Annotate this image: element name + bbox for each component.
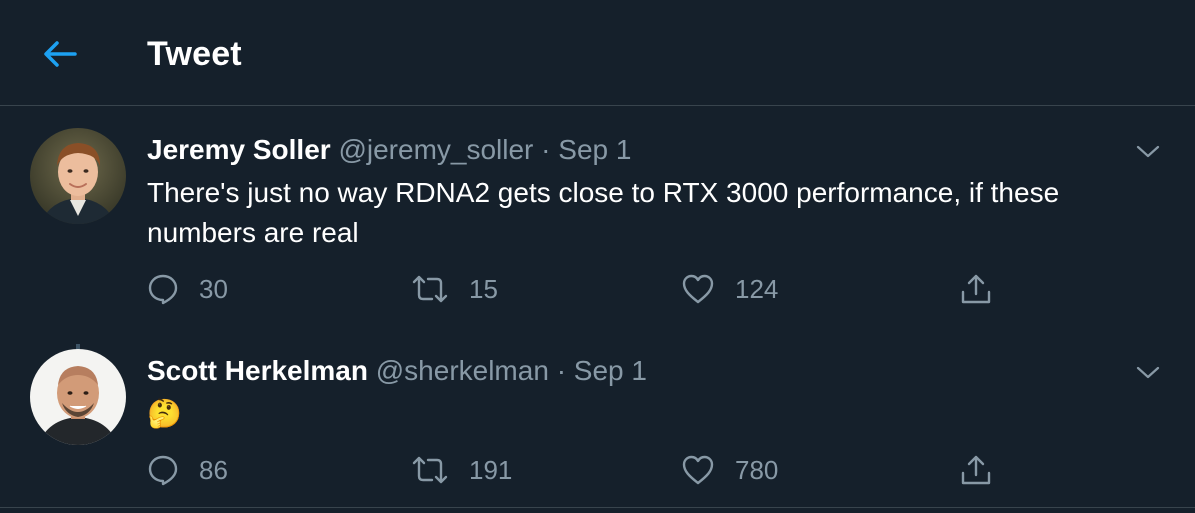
reply-button[interactable]: 86 [147,450,228,490]
chevron-down-icon [1136,366,1160,379]
avatar[interactable] [30,349,126,445]
avatar[interactable] [30,128,126,224]
reply-count: 30 [199,273,228,304]
retweet-count: 191 [469,454,513,485]
tweet-text: There's just no way RDNA2 gets close to … [147,177,1060,248]
tweet-menu-button[interactable] [1133,137,1163,167]
retweet-icon [412,456,448,484]
reply-button[interactable]: 30 [147,269,228,309]
reply-icon [148,274,178,305]
reply-icon [148,455,178,486]
page-title: Tweet [147,35,242,73]
arrow-left-icon [44,41,77,67]
retweet-button[interactable]: 191 [411,450,512,490]
tweet[interactable]: Jeremy Soller @jeremy_soller · Sep 1 The… [0,107,1195,444]
like-button[interactable]: 780 [681,450,778,490]
retweet-icon [412,275,448,303]
like-button[interactable]: 124 [681,269,778,309]
tweet-date[interactable]: Sep 1 [558,134,631,165]
share-button[interactable] [959,269,993,309]
tweet-actions: 30 15 124 [147,269,1027,309]
tweet-page: Tweet Jeremy Soller @jeremy_soller · Sep… [0,0,1195,513]
tweet-text: 🤔 [147,398,182,429]
back-button[interactable] [38,36,82,72]
tweet[interactable]: Scott Herkelman @sherkelman · Sep 1 🤔 86 [0,328,1195,508]
separator-dot: · [541,134,551,165]
header: Tweet [0,0,1195,106]
heart-icon [682,455,714,485]
author-handle[interactable]: @sherkelman [376,355,549,386]
tweet-header: Scott Herkelman @sherkelman · Sep 1 [147,354,647,388]
author-name[interactable]: Scott Herkelman [147,355,368,386]
tweet-actions: 86 191 780 [147,450,1027,490]
tweet-date[interactable]: Sep 1 [574,355,647,386]
reply-count: 86 [199,454,228,485]
retweet-button[interactable]: 15 [411,269,498,309]
like-count: 124 [735,273,779,304]
tweet-header: Jeremy Soller @jeremy_soller · Sep 1 [147,133,631,167]
tweet-menu-button[interactable] [1133,358,1163,388]
chevron-down-icon [1136,145,1160,158]
avatar-image [30,128,126,224]
share-icon [961,274,991,304]
like-count: 780 [735,454,779,485]
author-name[interactable]: Jeremy Soller [147,134,331,165]
avatar-image [30,349,126,445]
separator-dot: · [556,355,567,386]
divider [0,507,1195,508]
share-button[interactable] [959,450,993,490]
retweet-count: 15 [469,273,498,304]
heart-icon [682,274,714,304]
author-handle[interactable]: @jeremy_soller [338,134,533,165]
share-icon [961,455,991,485]
